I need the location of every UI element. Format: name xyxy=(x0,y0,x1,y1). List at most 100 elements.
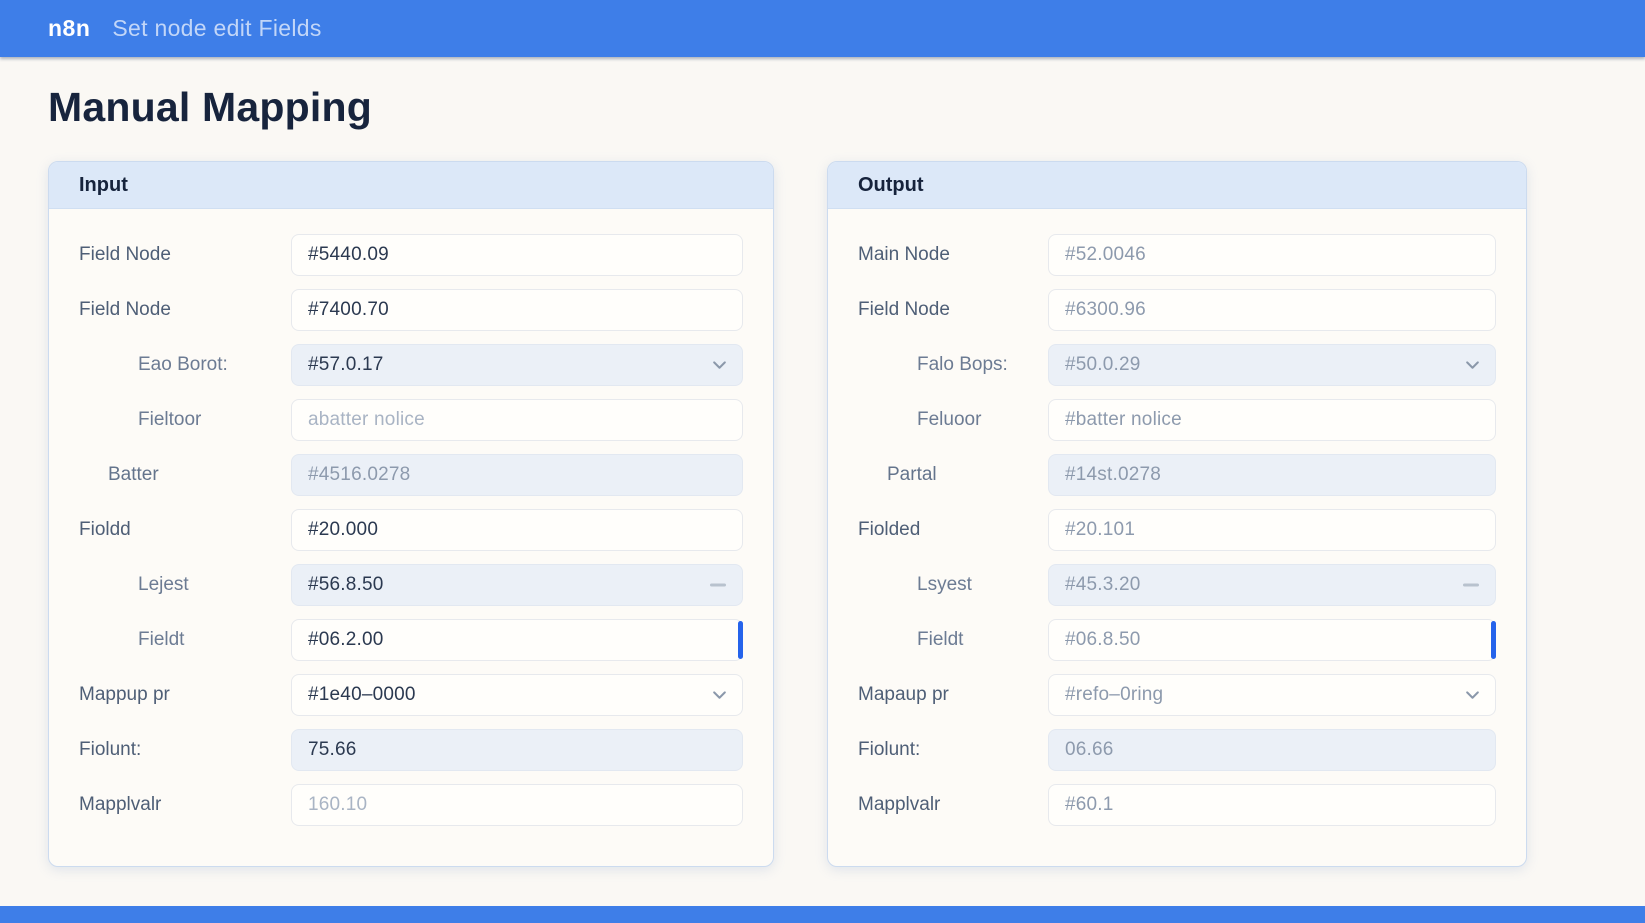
text-input[interactable]: #6300.96 xyxy=(1048,289,1496,331)
field-label: Fiolded xyxy=(858,519,921,540)
field-value: #14st.0278 xyxy=(1065,464,1162,485)
field-label: Main Node xyxy=(858,244,950,265)
field-label: Field Node xyxy=(79,244,171,265)
text-input[interactable]: abatter nolice xyxy=(291,399,743,441)
field-label: Mapplvalr xyxy=(79,794,162,815)
minus-icon xyxy=(1463,583,1479,587)
field-value: #52.0046 xyxy=(1065,244,1146,265)
input-panel-header: Input xyxy=(49,162,773,209)
select-input[interactable]: #refo–0ring xyxy=(1048,674,1496,716)
field-label: Feluoor xyxy=(917,409,982,430)
field-value: #06.8.50 xyxy=(1065,629,1141,650)
field-row: Lsyest #45.3.20 xyxy=(858,564,1496,606)
select-input[interactable]: #57.0.17 xyxy=(291,344,743,386)
field-value: 75.66 xyxy=(308,739,357,760)
text-input[interactable]: 160.10 xyxy=(291,784,743,826)
field-row: Fiolunt: 75.66 xyxy=(79,729,743,771)
field-value: #56.8.50 xyxy=(308,574,384,595)
brand-logo: n8n xyxy=(48,15,91,41)
field-row: Field Node #5440.09 xyxy=(79,234,743,276)
chevron-down-icon[interactable] xyxy=(1463,686,1482,705)
chevron-down-icon[interactable] xyxy=(1463,356,1482,375)
select-input[interactable]: #50.0.29 xyxy=(1048,344,1496,386)
field-label: Mapaup pr xyxy=(858,684,949,705)
text-input[interactable]: #20.000 xyxy=(291,509,743,551)
field-value: #50.0.29 xyxy=(1065,354,1141,375)
field-row: Falo Bops: #50.0.29 xyxy=(858,344,1496,386)
field-row: Eao Borot: #57.0.17 xyxy=(79,344,743,386)
field-row: Field Node #6300.96 xyxy=(858,289,1496,331)
field-value: #20.000 xyxy=(308,519,379,540)
text-input[interactable]: #60.1 xyxy=(1048,784,1496,826)
output-panel: Output Main Node #52.0046 Field Node #6300.… xyxy=(827,161,1527,867)
field-value: #4516.0278 xyxy=(308,464,411,485)
minus-icon xyxy=(710,583,726,587)
field-row: Batter #4516.0278 xyxy=(79,454,743,496)
field-row: Mapplvalr 160.10 xyxy=(79,784,743,826)
text-input[interactable]: #06.8.50 xyxy=(1048,619,1496,661)
disabled-input: #4516.0278 xyxy=(291,454,743,496)
field-label: Fieldt xyxy=(138,629,185,650)
field-value: #refo–0ring xyxy=(1065,684,1164,705)
field-label: Fiolunt: xyxy=(79,739,142,760)
footer-bar xyxy=(0,906,1645,923)
text-input[interactable]: #06.2.00 xyxy=(291,619,743,661)
header-bar: n8n Set node edit Fields xyxy=(0,0,1645,57)
disabled-input: #14st.0278 xyxy=(1048,454,1496,496)
text-input[interactable]: #7400.70 xyxy=(291,289,743,331)
focus-caret xyxy=(738,621,743,659)
field-row: Fiolded #20.101 xyxy=(858,509,1496,551)
text-input[interactable]: #20.101 xyxy=(1048,509,1496,551)
field-value: #1e40–0000 xyxy=(308,684,416,705)
output-panel-header: Output xyxy=(828,162,1526,209)
text-input[interactable]: #52.0046 xyxy=(1048,234,1496,276)
field-label: Mapplvalr xyxy=(858,794,941,815)
field-row: Main Node #52.0046 xyxy=(858,234,1496,276)
page-title: Manual Mapping xyxy=(48,84,372,130)
field-value: #20.101 xyxy=(1065,519,1136,540)
field-value: #5440.09 xyxy=(308,244,389,265)
field-row: Mappup pr #1e40–0000 xyxy=(79,674,743,716)
field-row: Fieldt #06.2.00 xyxy=(79,619,743,661)
field-row: Fieltoor abatter nolice xyxy=(79,399,743,441)
field-label: Batter xyxy=(108,464,159,485)
field-label: Fioldd xyxy=(79,519,131,540)
chevron-down-icon[interactable] xyxy=(710,686,729,705)
stepper-input[interactable]: #45.3.20 xyxy=(1048,564,1496,606)
field-label: Lejest xyxy=(138,574,189,595)
field-row: Mapaup pr #refo–0ring xyxy=(858,674,1496,716)
field-label: Eao Borot: xyxy=(138,354,228,375)
field-value: abatter nolice xyxy=(308,409,425,430)
stepper-input[interactable]: #56.8.50 xyxy=(291,564,743,606)
field-value: #6300.96 xyxy=(1065,299,1146,320)
output-panel-title: Output xyxy=(858,173,924,196)
field-value: #45.3.20 xyxy=(1065,574,1141,595)
field-label: Field Node xyxy=(858,299,950,320)
field-value: #06.2.00 xyxy=(308,629,384,650)
field-row: Lejest #56.8.50 xyxy=(79,564,743,606)
field-value: #batter nolice xyxy=(1065,409,1182,430)
mapping-panels: Input Field Node #5440.09 Field Node #7400.… xyxy=(48,161,1645,867)
focus-caret xyxy=(1491,621,1496,659)
field-label: Fieldt xyxy=(917,629,964,650)
text-input[interactable]: #batter nolice xyxy=(1048,399,1496,441)
select-input[interactable]: #1e40–0000 xyxy=(291,674,743,716)
field-row: Partal #14st.0278 xyxy=(858,454,1496,496)
input-panel: Input Field Node #5440.09 Field Node #7400.… xyxy=(48,161,774,867)
header-title: Set node edit Fields xyxy=(112,15,322,41)
field-label: Falo Bops: xyxy=(917,354,1008,375)
field-value: #7400.70 xyxy=(308,299,389,320)
disabled-input: 06.66 xyxy=(1048,729,1496,771)
field-row: Fieldt #06.8.50 xyxy=(858,619,1496,661)
chevron-down-icon[interactable] xyxy=(710,356,729,375)
field-value: 06.66 xyxy=(1065,739,1114,760)
field-row: Fioldd #20.000 xyxy=(79,509,743,551)
field-label: Field Node xyxy=(79,299,171,320)
text-input[interactable]: #5440.09 xyxy=(291,234,743,276)
field-row: Feluoor #batter nolice xyxy=(858,399,1496,441)
field-value: #57.0.17 xyxy=(308,354,384,375)
field-label: Partal xyxy=(887,464,937,485)
field-label: Mappup pr xyxy=(79,684,170,705)
field-value: #60.1 xyxy=(1065,794,1114,815)
field-row: Field Node #7400.70 xyxy=(79,289,743,331)
